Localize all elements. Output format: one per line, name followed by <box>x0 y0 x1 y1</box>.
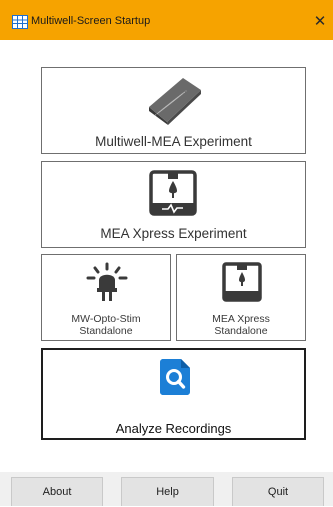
card-label: Analyze Recordings <box>115 421 232 436</box>
well-dot <box>185 90 187 92</box>
well-dot <box>168 103 170 106</box>
well-dot <box>179 95 181 97</box>
well-dot <box>183 92 185 94</box>
card-label-line1: MW-Opto-Stim <box>71 313 141 325</box>
magnifier-document-icon <box>160 359 190 395</box>
help-button[interactable]: Help <box>121 477 214 506</box>
well-dot <box>155 114 157 116</box>
about-button[interactable]: About <box>11 477 103 506</box>
card-label-line2: Standalone <box>79 325 133 337</box>
well-dot <box>165 106 167 108</box>
well-dot <box>166 105 168 107</box>
card-label-line1: MEA Xpress <box>212 313 270 325</box>
well-dot <box>177 96 179 98</box>
well-dot <box>160 109 163 111</box>
led-light-icon <box>86 262 128 301</box>
title-bar: Multiwell-Screen Startup ✕ <box>0 0 333 40</box>
card-label: MEA Xpress Experiment <box>100 226 247 241</box>
close-button[interactable]: ✕ <box>309 12 331 30</box>
card-label: Multiwell-MEA Experiment <box>95 134 252 149</box>
analyze-recordings-button[interactable]: Analyze Recordings <box>41 348 306 440</box>
well-dot <box>175 98 177 100</box>
card-label-line2: Standalone <box>214 325 268 337</box>
mea-xpress-device-icon <box>222 262 262 302</box>
mea-plate-icon <box>149 78 201 125</box>
well-dot <box>156 113 158 115</box>
well-dot <box>181 93 183 95</box>
well-dot <box>162 108 164 110</box>
mea-xpress-device-icon <box>149 170 197 216</box>
mw-opto-stim-standalone-button[interactable]: MW-Opto-Stim Standalone <box>41 254 171 341</box>
window-title: Multiwell-Screen Startup <box>31 15 151 27</box>
mea-xpress-standalone-button[interactable]: MEA Xpress Standalone <box>176 254 306 341</box>
well-dot <box>158 112 160 114</box>
grid-table-icon <box>12 15 28 29</box>
quit-button[interactable]: Quit <box>232 477 324 506</box>
mea-xpress-experiment-button[interactable]: MEA Xpress Experiment <box>41 161 306 248</box>
multiwell-mea-experiment-button[interactable]: Multiwell-MEA Experiment <box>41 67 306 154</box>
well-dot <box>173 100 175 102</box>
well-dot <box>171 101 173 103</box>
well-dot <box>169 102 171 104</box>
well-dot <box>159 110 161 112</box>
well-dot <box>163 107 165 109</box>
